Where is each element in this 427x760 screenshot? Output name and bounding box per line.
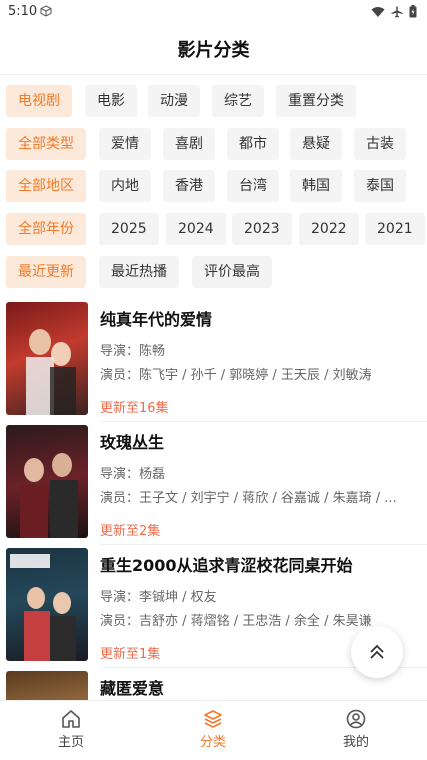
item-title: 纯真年代的爱情 [100, 310, 213, 329]
double-chevron-up-icon [370, 644, 384, 659]
chip-variety[interactable]: 综艺 [212, 85, 264, 117]
chip-year-2021[interactable]: 2021 [365, 213, 425, 245]
nav-home[interactable]: 主页 [31, 709, 111, 750]
chip-romance[interactable]: 爱情 [99, 128, 151, 160]
chip-comedy[interactable]: 喜剧 [163, 128, 215, 160]
poster-art [20, 453, 78, 538]
chip-mystery[interactable]: 悬疑 [290, 128, 342, 160]
item-update-status: 更新至1集 [100, 647, 161, 662]
wifi-icon [371, 6, 385, 17]
chip-movie[interactable]: 电影 [85, 85, 137, 117]
chip-year-2022[interactable]: 2022 [299, 213, 359, 245]
poster-image [6, 302, 88, 415]
item-cast: 演员：陈飞宇 / 孙千 / 郭晓婷 / 王天辰 / 刘敏涛 [100, 368, 372, 383]
poster-image [6, 548, 88, 661]
battery-icon [409, 5, 417, 18]
chip-korea[interactable]: 韩国 [290, 170, 342, 202]
bottom-nav: 主页 分类 我的 [0, 700, 427, 760]
item-director: 导演：杨磊 [100, 467, 166, 482]
filter-row-sort: 最近更新 最近热播 评价最高 [6, 256, 427, 288]
chip-hongkong[interactable]: 香港 [163, 170, 215, 202]
filter-row-region: 全部地区 内地 香港 台湾 韩国 泰国 [6, 170, 427, 202]
nav-mine[interactable]: 我的 [316, 709, 396, 750]
item-director: 导演：李铖坤 / 权友 [100, 590, 217, 605]
home-icon [62, 710, 80, 728]
filter-row-year: 全部年份 2025 2024 2023 2022 2021 [6, 213, 427, 245]
chip-thailand[interactable]: 泰国 [354, 170, 406, 202]
chip-taiwan[interactable]: 台湾 [227, 170, 279, 202]
chip-all-regions[interactable]: 全部地区 [6, 170, 86, 202]
poster-art [10, 554, 76, 661]
status-time: 5:10 [8, 4, 38, 19]
list-divider [100, 421, 427, 422]
chip-mainland[interactable]: 内地 [99, 170, 151, 202]
status-icons [371, 5, 417, 18]
chip-anime[interactable]: 动漫 [148, 85, 200, 117]
poster-art [26, 329, 76, 415]
item-update-status: 更新至2集 [100, 524, 161, 539]
header-divider [0, 74, 427, 75]
poster-image [6, 425, 88, 538]
nav-category-label: 分类 [199, 735, 226, 750]
chip-tv-series[interactable]: 电视剧 [6, 85, 72, 117]
chip-top-rated[interactable]: 评价最高 [192, 256, 272, 288]
chip-urban[interactable]: 都市 [227, 128, 279, 160]
cube-icon [40, 5, 52, 17]
chip-reset[interactable]: 重置分类 [276, 85, 356, 117]
nav-category[interactable]: 分类 [173, 709, 253, 750]
layers-icon [204, 710, 222, 728]
list-item[interactable]: 藏匿爱意 [0, 671, 427, 700]
item-update-status: 更新至16集 [100, 401, 169, 416]
chip-all-years[interactable]: 全部年份 [6, 213, 86, 245]
item-director: 导演：陈畅 [100, 344, 166, 359]
chip-year-2025[interactable]: 2025 [99, 213, 159, 245]
chip-year-2023[interactable]: 2023 [232, 213, 292, 245]
user-icon [346, 709, 366, 729]
status-bar: 5:10 [0, 0, 427, 24]
list-divider [100, 544, 427, 545]
list-item[interactable]: 玫瑰丛生 导演：杨磊 演员：王子文 / 刘宇宁 / 蒋欣 / 谷嘉诚 / 朱嘉琦… [0, 425, 427, 541]
nav-home-label: 主页 [57, 735, 84, 750]
chip-all-genres[interactable]: 全部类型 [6, 128, 86, 160]
list-item[interactable]: 纯真年代的爱情 导演：陈畅 演员：陈飞宇 / 孙千 / 郭晓婷 / 王天辰 / … [0, 302, 427, 418]
chip-year-2024[interactable]: 2024 [166, 213, 226, 245]
item-cast: 演员：王子文 / 刘宇宁 / 蒋欣 / 谷嘉诚 / 朱嘉琦 / ... [100, 491, 397, 506]
poster-image [6, 671, 88, 700]
item-cast: 演员：吉舒亦 / 蒋熠铭 / 王忠浩 / 余全 / 朱昊谦 [100, 614, 372, 629]
filter-row-genre: 全部类型 爱情 喜剧 都市 悬疑 古装 [6, 128, 427, 160]
airplane-icon [391, 6, 403, 17]
filter-row-type: 电视剧 电影 动漫 综艺 重置分类 [6, 85, 427, 117]
scroll-to-top-button[interactable] [351, 626, 403, 678]
item-title: 藏匿爱意 [100, 679, 165, 698]
chip-costume[interactable]: 古装 [354, 128, 406, 160]
chip-recent-hot[interactable]: 最近热播 [99, 256, 179, 288]
chip-recent-update[interactable]: 最近更新 [6, 256, 86, 288]
item-title: 重生2000从追求青涩校花同桌开始 [100, 556, 353, 575]
item-title: 玫瑰丛生 [100, 433, 165, 452]
nav-mine-label: 我的 [342, 735, 369, 750]
page-title: 影片分类 [177, 40, 250, 61]
